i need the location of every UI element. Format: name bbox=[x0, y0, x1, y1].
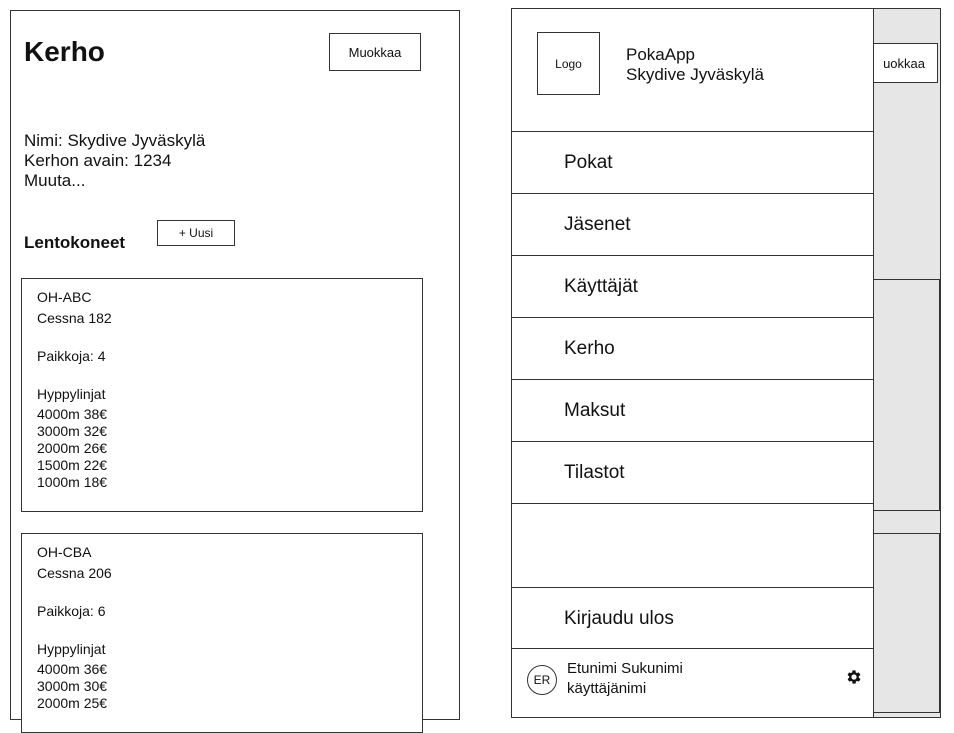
avatar: ER bbox=[527, 665, 557, 695]
menu-item-tilastot[interactable]: Tilastot bbox=[512, 442, 873, 504]
menu-item-label: Pokat bbox=[564, 152, 613, 173]
aircraft-registration: OH-CBA bbox=[37, 544, 92, 560]
jump-line: 3000m 32€ bbox=[37, 423, 108, 439]
user-username: käyttäjänimi bbox=[567, 680, 647, 697]
menu-item-pokat[interactable]: Pokat bbox=[512, 132, 873, 194]
background-edit-label: uokkaa bbox=[883, 56, 925, 71]
jump-line: 3000m 30€ bbox=[37, 678, 108, 694]
app-name: PokaApp bbox=[626, 45, 695, 64]
jump-lines-heading: Hyppylinjat bbox=[37, 386, 106, 402]
menu-item-kayttajat[interactable]: Käyttäjät bbox=[512, 256, 873, 318]
menu-item-kerho[interactable]: Kerho bbox=[512, 318, 873, 380]
aircraft-model: Cessna 206 bbox=[37, 565, 112, 581]
user-full-name: Etunimi Sukunimi bbox=[567, 660, 683, 677]
club-name: Skydive Jyväskylä bbox=[626, 65, 764, 84]
aircraft-model: Cessna 182 bbox=[37, 310, 112, 326]
jump-line: 1500m 22€ bbox=[37, 457, 108, 473]
edit-button[interactable]: Muokkaa bbox=[329, 33, 421, 71]
aircraft-registration: OH-ABC bbox=[37, 289, 92, 305]
menu-item-label: Kerho bbox=[564, 338, 615, 359]
menu-item-label: Jäsenet bbox=[564, 214, 631, 235]
jump-line: 4000m 36€ bbox=[37, 661, 108, 677]
navigation-drawer: Logo PokaApp Skydive Jyväskylä Pokat Jäs… bbox=[511, 8, 874, 718]
jump-lines-heading: Hyppylinjat bbox=[37, 641, 106, 657]
page-title: Kerho bbox=[24, 36, 105, 67]
menu-item-maksut[interactable]: Maksut bbox=[512, 380, 873, 442]
drawer-header: Logo PokaApp Skydive Jyväskylä bbox=[512, 9, 873, 132]
jump-line: 4000m 38€ bbox=[37, 406, 108, 422]
logout-label: Kirjaudu ulos bbox=[564, 608, 674, 629]
gear-icon[interactable] bbox=[845, 668, 863, 686]
logo-placeholder: Logo bbox=[537, 32, 600, 95]
aircraft-card[interactable]: OH-ABC Cessna 182 Paikkoja: 4 Hyppylinja… bbox=[21, 278, 423, 512]
club-key-info: Kerhon avain: 1234 bbox=[24, 151, 172, 170]
menu-item-label: Tilastot bbox=[564, 462, 625, 483]
new-aircraft-button[interactable]: + Uusi bbox=[157, 220, 235, 246]
jump-line: 2000m 25€ bbox=[37, 695, 108, 711]
aircraft-heading: Lentokoneet bbox=[24, 233, 126, 252]
aircraft-card[interactable]: OH-CBA Cessna 206 Paikkoja: 6 Hyppylinja… bbox=[21, 533, 423, 733]
jump-line: 1000m 18€ bbox=[37, 474, 108, 490]
menu-item-label: Käyttäjät bbox=[564, 276, 638, 297]
menu-item-label: Maksut bbox=[564, 400, 626, 421]
jump-line: 2000m 26€ bbox=[37, 440, 108, 456]
aircraft-seats: Paikkoja: 4 bbox=[37, 348, 106, 364]
menu-item-jasenet[interactable]: Jäsenet bbox=[512, 194, 873, 256]
club-name-info: Nimi: Skydive Jyväskylä bbox=[24, 131, 206, 150]
logout-button[interactable]: Kirjaudu ulos bbox=[512, 587, 873, 649]
club-other-info: Muuta... bbox=[24, 171, 86, 190]
aircraft-seats: Paikkoja: 6 bbox=[37, 603, 106, 619]
